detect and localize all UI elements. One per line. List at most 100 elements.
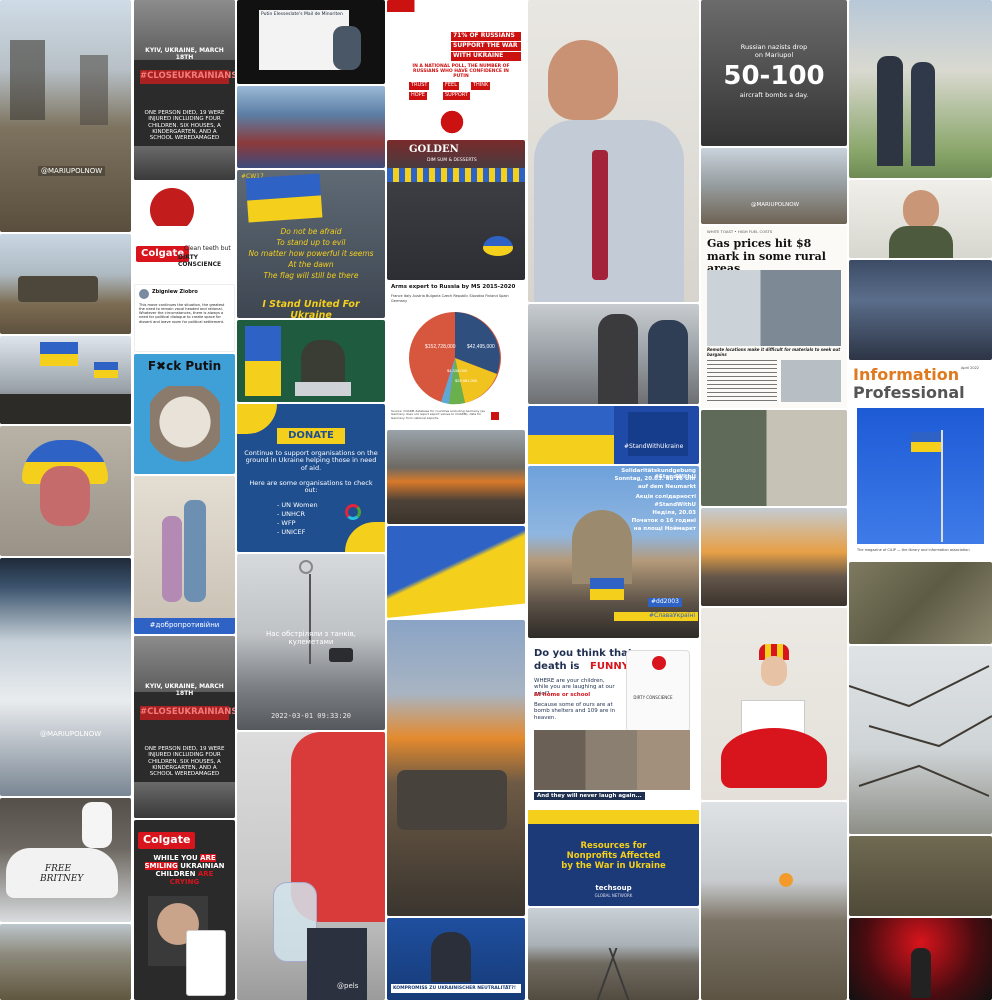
techsoup-banner[interactable]: Resources for Nonprofits Affected by the… bbox=[528, 810, 699, 906]
photo-zelensky-address[interactable] bbox=[237, 320, 385, 402]
waving-flag-graphic[interactable] bbox=[387, 526, 525, 618]
church-dome-shape bbox=[572, 510, 632, 584]
photo-mural-wall[interactable] bbox=[0, 426, 131, 556]
mural-figure bbox=[40, 466, 90, 526]
poll-word: SUPPORT bbox=[443, 92, 470, 100]
colgate-avatar-icon bbox=[652, 656, 666, 670]
newspaper-kicker: WHITE TOAST • HIGH FUEL COSTS bbox=[707, 229, 773, 234]
colgate-crying-children-ad[interactable]: Colgate WHILE YOU ARE SMILING UKRAINIAN … bbox=[134, 820, 235, 1000]
gas-pump-photo bbox=[707, 270, 841, 346]
tv-news-screenshot[interactable]: KOMPROMISS ZU UKRAINISCHER NEUTRALITÄT?! bbox=[387, 918, 525, 1000]
stand-hashtag: #StandWithUkraine bbox=[624, 443, 684, 450]
grumpy-cat-poster[interactable]: F✖ck Putin bbox=[134, 354, 235, 474]
photo-destroyed-vehicle[interactable]: @MARIUPOLNOW bbox=[701, 148, 847, 224]
ribbon-garland bbox=[387, 168, 525, 182]
photo-ruined-street[interactable]: @MARIUPOLNOW bbox=[0, 0, 131, 232]
colgate-dirty-conscience-ad[interactable]: Colgate Clean teeth but DIRTY CONSCIENCE bbox=[134, 182, 235, 282]
photo-car-window-snow[interactable]: @MARIUPOLNOW bbox=[0, 558, 131, 796]
smiling-word: WHILE YOU bbox=[153, 854, 198, 862]
heart-flag-shape bbox=[483, 236, 513, 256]
photo-building-damage[interactable] bbox=[701, 410, 847, 506]
photo-soldiers-trench[interactable] bbox=[849, 836, 992, 916]
kyiv-closesky-poster-top[interactable]: KYIV, UKRAINE, MARCH 18TH #CLOSEUKRAINIA… bbox=[134, 0, 235, 180]
photo-burning-field[interactable] bbox=[701, 802, 847, 1000]
rail-line bbox=[608, 948, 630, 1000]
colgate-tagline-1: Clean teeth but bbox=[184, 245, 231, 252]
photo-railway-tracks[interactable] bbox=[528, 908, 699, 1000]
stand-with-ukraine-banner[interactable]: #StandWithUkraine bbox=[528, 406, 699, 464]
rally-line: Акція солідарності bbox=[635, 494, 696, 500]
legend-item: Germany bbox=[391, 299, 408, 304]
techsoup-title-3: by the War in Ukraine bbox=[561, 861, 666, 871]
attack-report-text: ONE PERSON DIED, 19 WERE INJURED INCLUDI… bbox=[144, 746, 225, 778]
mariupol-bombs-poster[interactable]: Russian nazists drop on Mariupol 50-100 … bbox=[701, 0, 847, 146]
ukraine-flag bbox=[245, 326, 281, 396]
shop-sign: GOLDEN bbox=[409, 144, 459, 155]
poll-word: FEEL bbox=[443, 82, 459, 90]
newspaper-gas-prices[interactable]: WHITE TOAST • HIGH FUEL COSTS Gas prices… bbox=[701, 226, 847, 408]
photo-woman-water-bottle[interactable]: @pels bbox=[237, 732, 385, 1000]
photo-diplomats-meeting[interactable] bbox=[849, 0, 992, 178]
org-item: - UNICEF bbox=[277, 528, 306, 536]
sky-photo bbox=[857, 408, 984, 544]
photo-street-people[interactable] bbox=[528, 304, 699, 404]
photo-zelensky-video[interactable] bbox=[849, 180, 992, 258]
photo-man-portrait[interactable] bbox=[528, 0, 699, 302]
pie-source: Source: COARM database for countries exc… bbox=[391, 409, 485, 420]
poll-headline: SUPPORT THE WAR bbox=[451, 42, 521, 51]
kyiv-closesky-poster-bottom[interactable]: KYIV, UKRAINE, MARCH 18TH #CLOSEUKRAINIA… bbox=[134, 636, 235, 818]
funny-footer: And they will never laugh again... bbox=[534, 792, 645, 801]
photo-muddy-field[interactable] bbox=[0, 924, 131, 1000]
rally-line: auf dem Neumarkt bbox=[638, 484, 696, 490]
smiling-text-line: WHILE YOU ARE SMILING UKRAINIAN CHILDREN… bbox=[140, 854, 229, 886]
photo-bare-branches[interactable] bbox=[849, 646, 992, 834]
photo-pope-car[interactable]: FREE BRITNEY bbox=[0, 798, 131, 922]
arms-export-pie-chart[interactable]: Arms expert to Russia by MS 2015-2020 Fr… bbox=[387, 282, 525, 428]
tank-shape bbox=[18, 276, 98, 302]
legend-item: Austria bbox=[412, 294, 425, 298]
russian-poll-poster[interactable]: 71% OF RUSSIANS SUPPORT THE WAR WITH UKR… bbox=[387, 0, 525, 138]
tweet-screenshot[interactable]: Zbigniew Ziobro This move continues the … bbox=[134, 284, 235, 352]
photo-burning-street[interactable] bbox=[701, 508, 847, 606]
branch-line bbox=[849, 665, 992, 797]
watermark-text: @MARIUPOLNOW bbox=[751, 202, 800, 208]
podium-shape bbox=[295, 382, 351, 396]
tv-broadcast-screenshot[interactable]: Putin Elesseslate's Mail de Minoriten bbox=[237, 0, 385, 84]
photo-restaurant-front[interactable]: GOLDEN DIM SUM & DESSERTS bbox=[387, 140, 525, 280]
photo-children-hallway[interactable]: #добропротивійни bbox=[134, 476, 235, 634]
poem-line: No matter how powerful it seems bbox=[248, 249, 374, 258]
photo-concert-stage[interactable] bbox=[849, 918, 992, 1000]
funny-body-2: At home or school bbox=[534, 692, 591, 698]
dashcam-screenshot[interactable]: Нас обстріляли з танків, кулеметами 2022… bbox=[237, 554, 385, 730]
photo-destroyed-tank[interactable] bbox=[0, 234, 131, 334]
magazine-cover[interactable]: Information Professional April 2022 The … bbox=[849, 362, 992, 560]
rally-hashtag: #dd2003 bbox=[648, 598, 682, 607]
rally-line: Sonntag, 20.03. ab 16 Uhr bbox=[614, 476, 696, 482]
tree-shape bbox=[10, 40, 45, 120]
ukraine-flag bbox=[40, 342, 78, 366]
person-figure bbox=[911, 62, 935, 166]
photo-parliament-hall[interactable] bbox=[849, 260, 992, 360]
funny-body-3: Because some of ours are at bomb shelter… bbox=[534, 702, 616, 721]
sdg-wheel-icon bbox=[345, 504, 361, 520]
tweet-text: This move continues the situation, the g… bbox=[139, 303, 225, 324]
photo-girl-wreath[interactable] bbox=[701, 608, 847, 800]
photo-destroyed-tank-fire[interactable] bbox=[387, 620, 525, 916]
donate-intro: Here are some organisations to check out… bbox=[249, 479, 373, 495]
photo-burning-buildings[interactable] bbox=[387, 430, 525, 524]
rail-line bbox=[596, 948, 618, 1000]
legend-item: France bbox=[391, 294, 403, 298]
death-is-funny-poster[interactable]: Do you think that death is FUNNY?! WHERE… bbox=[528, 640, 699, 808]
photo-protest-flags[interactable] bbox=[0, 336, 131, 424]
rubble-photo bbox=[134, 146, 235, 180]
pope-figure bbox=[82, 802, 112, 848]
dresden-rally-poster[interactable]: Solidaritätskundgebung #StandWithU Sonnt… bbox=[528, 466, 699, 638]
stand-united-poster[interactable]: #CW17 Do not be afraid To stand up to ev… bbox=[237, 170, 385, 318]
photo-grid bbox=[534, 730, 690, 790]
donate-poster[interactable]: DONATE Continue to support organisations… bbox=[237, 404, 385, 552]
photo-soldiers-camo[interactable] bbox=[849, 562, 992, 644]
lamp-post bbox=[309, 574, 311, 664]
photo-stadium-rally[interactable] bbox=[237, 86, 385, 168]
car-graffiti-text: FREE BRITNEY bbox=[40, 864, 84, 885]
ukraine-flag bbox=[590, 578, 624, 600]
